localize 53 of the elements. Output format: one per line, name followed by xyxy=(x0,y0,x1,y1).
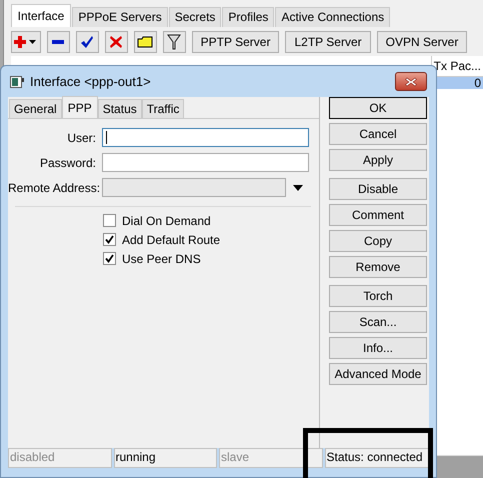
tab[interactable]: PPPoE Servers xyxy=(72,7,168,27)
checkbox[interactable] xyxy=(103,214,116,227)
tab[interactable]: General xyxy=(9,99,62,118)
tab[interactable]: Profiles xyxy=(222,7,274,27)
tab[interactable]: Secrets xyxy=(168,7,222,27)
remove-button[interactable] xyxy=(46,31,70,53)
dialog-button[interactable]: OK xyxy=(329,97,427,119)
disable-button[interactable] xyxy=(104,31,128,53)
dropdown-field[interactable] xyxy=(102,178,286,197)
close-button[interactable] xyxy=(395,72,427,91)
dialog-button[interactable]: Apply xyxy=(329,149,427,171)
window-title: Interface <ppp-out1> xyxy=(30,74,151,89)
toolbar-button[interactable]: PPTP Server xyxy=(192,31,280,53)
status-cell: running xyxy=(114,448,217,468)
comment-button[interactable] xyxy=(134,31,157,53)
checkbox[interactable] xyxy=(103,233,116,246)
dialog-button[interactable]: Copy xyxy=(329,230,427,252)
dialog-button[interactable]: Disable xyxy=(329,178,427,200)
tab[interactable]: Status xyxy=(98,99,142,118)
checkbox-label: Add Default Route xyxy=(122,232,220,246)
close-icon xyxy=(404,76,418,86)
checkbox-label: Use Peer DNS xyxy=(122,252,201,266)
status-cell: slave xyxy=(219,448,322,468)
check-icon xyxy=(80,35,94,49)
filter-icon xyxy=(167,34,182,50)
input-field[interactable] xyxy=(102,128,309,147)
tab[interactable]: Traffic xyxy=(142,99,184,118)
dialog-button[interactable]: Cancel xyxy=(329,123,427,145)
enable-button[interactable] xyxy=(76,31,99,53)
window-icon xyxy=(10,76,24,88)
dialog-button[interactable]: Comment xyxy=(329,204,427,226)
plus-dropdown-icon xyxy=(12,35,39,49)
status-cell: Status: connected xyxy=(324,448,429,468)
tab[interactable]: PPP xyxy=(62,96,98,118)
field-label: User: xyxy=(66,130,96,144)
toolbar-button[interactable]: OVPN Server xyxy=(376,31,468,53)
checkbox-label: Dial On Demand xyxy=(122,214,211,228)
dialog-button[interactable]: Scan... xyxy=(329,311,427,333)
dropdown-arrow-icon[interactable] xyxy=(293,184,303,190)
checkbox[interactable] xyxy=(103,252,116,265)
toolbar-button[interactable]: L2TP Server xyxy=(285,31,371,53)
status-cell: disabled xyxy=(8,448,112,468)
tab[interactable]: Active Connections xyxy=(275,7,390,27)
tab[interactable]: Interface xyxy=(10,4,72,27)
cross-icon xyxy=(109,35,124,49)
dialog-button[interactable]: Torch xyxy=(329,285,427,307)
field-label: Password: xyxy=(38,156,96,170)
dialog-button[interactable]: Info... xyxy=(329,337,427,359)
dialog-button[interactable]: Remove xyxy=(329,256,427,278)
add-button[interactable] xyxy=(10,31,41,53)
filter-button[interactable] xyxy=(162,31,186,53)
input-field[interactable] xyxy=(102,153,309,172)
dialog-button[interactable]: Advanced Mode xyxy=(329,363,427,385)
